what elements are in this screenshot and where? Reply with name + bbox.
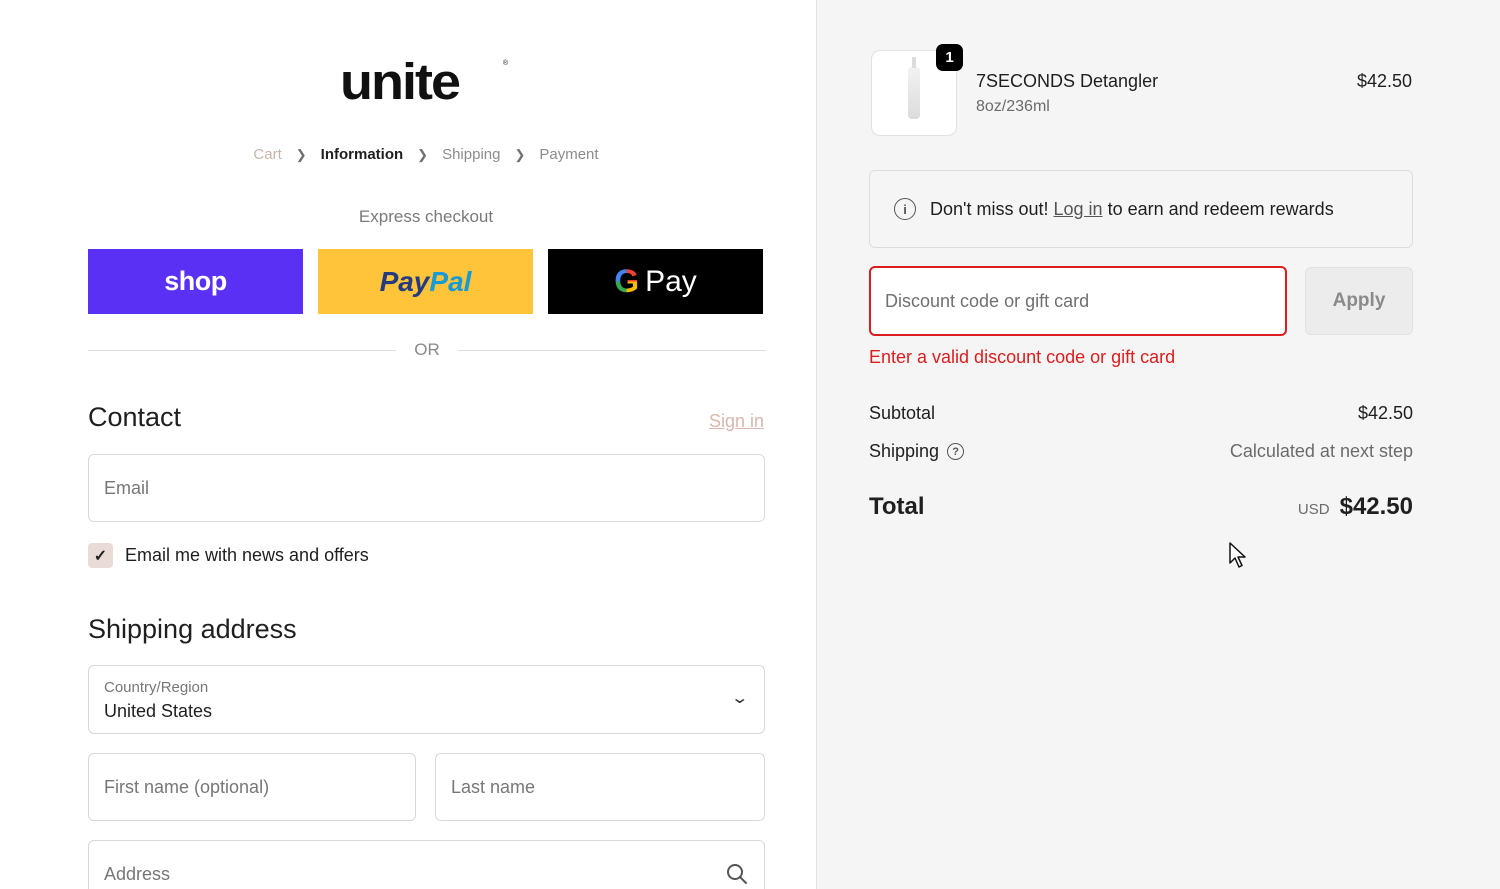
chevron-right-icon: ❯ bbox=[514, 146, 526, 162]
address-field[interactable] bbox=[88, 840, 765, 889]
google-g-icon: G bbox=[614, 263, 640, 299]
total-amount: $42.50 bbox=[1339, 493, 1413, 520]
rewards-text: Don't miss out! Log in to earn and redee… bbox=[930, 199, 1334, 220]
email-input[interactable] bbox=[89, 455, 764, 521]
checkout-form-panel: unite ® Cart ❯ Information ❯ Shipping ❯ … bbox=[0, 0, 816, 889]
rewards-log-in-link[interactable]: Log in bbox=[1054, 199, 1103, 219]
divider-line bbox=[88, 349, 397, 351]
subtotal-label: Subtotal bbox=[869, 403, 936, 423]
shipping-address-heading: Shipping address bbox=[88, 614, 297, 644]
shipping-label: Shipping bbox=[869, 441, 940, 461]
news-offers-checkbox[interactable]: ✓ bbox=[88, 543, 113, 568]
rewards-suffix: to earn and redeem rewards bbox=[1107, 198, 1334, 219]
address-input[interactable] bbox=[89, 841, 764, 889]
country-region-value: United States bbox=[104, 701, 213, 721]
paypal-label-pay: Pay bbox=[379, 265, 430, 297]
search-icon[interactable] bbox=[726, 863, 748, 885]
shipping-label-group: Shipping ? bbox=[869, 441, 965, 462]
rewards-banner: i Don't miss out! Log in to earn and red… bbox=[869, 170, 1413, 248]
rewards-prefix: Don't miss out! bbox=[930, 198, 1049, 219]
discount-code-field[interactable] bbox=[869, 266, 1287, 336]
divider-line bbox=[457, 349, 766, 351]
currency-code: USD bbox=[1297, 501, 1330, 518]
last-name-input[interactable] bbox=[436, 754, 764, 820]
quantity-badge: 1 bbox=[936, 44, 963, 71]
logo-wordmark: unite bbox=[340, 53, 461, 111]
sign-in-link[interactable]: Sign in bbox=[709, 411, 764, 432]
shop-pay-label: shop bbox=[164, 266, 227, 296]
shipping-row: Shipping ? Calculated at next step bbox=[869, 441, 1413, 462]
registered-mark: ® bbox=[502, 60, 508, 67]
subtotal-row: Subtotal $42.50 bbox=[869, 403, 1413, 424]
total-label: Total bbox=[869, 493, 925, 520]
info-icon: i bbox=[894, 198, 916, 220]
product-name: 7SECONDS Detangler bbox=[976, 71, 1159, 91]
shop-pay-button[interactable]: shop bbox=[88, 249, 303, 314]
first-name-field[interactable] bbox=[88, 753, 416, 821]
google-pay-label: Pay bbox=[645, 264, 697, 298]
help-icon[interactable]: ? bbox=[947, 443, 965, 460]
discount-code-input[interactable] bbox=[871, 268, 1285, 334]
news-offers-label: Email me with news and offers bbox=[125, 545, 369, 565]
paypal-label-pal: Pal bbox=[429, 265, 472, 297]
breadcrumb: Cart ❯ Information ❯ Shipping ❯ Payment bbox=[0, 146, 852, 163]
email-field[interactable] bbox=[88, 454, 765, 522]
breadcrumb-payment: Payment bbox=[539, 146, 599, 163]
chevron-right-icon: ❯ bbox=[417, 146, 429, 162]
total-row: Total USD $42.50 bbox=[869, 493, 1413, 521]
unite-logo[interactable]: unite ® bbox=[340, 56, 510, 108]
shipping-value: Calculated at next step bbox=[1229, 441, 1413, 461]
total-value-group: USD $42.50 bbox=[1298, 493, 1413, 521]
subtotal-value: $42.50 bbox=[1357, 403, 1413, 423]
product-variant: 8oz/236ml bbox=[976, 98, 1050, 115]
product-price: $42.50 bbox=[1356, 71, 1412, 91]
or-label: OR bbox=[414, 340, 440, 359]
mouse-cursor-icon bbox=[1229, 542, 1246, 568]
breadcrumb-information: Information bbox=[320, 146, 404, 163]
product-bottle-image bbox=[908, 57, 920, 119]
or-divider: OR bbox=[88, 340, 766, 360]
country-region-label: Country/Region bbox=[104, 679, 209, 696]
news-offers-option[interactable]: ✓ Email me with news and offers bbox=[88, 543, 369, 568]
country-region-select[interactable]: Country/Region United States ⌄ bbox=[88, 665, 765, 734]
chevron-down-icon: ⌄ bbox=[729, 690, 749, 707]
checkmark-icon: ✓ bbox=[93, 547, 108, 565]
first-name-input[interactable] bbox=[89, 754, 415, 820]
google-pay-button[interactable]: G Pay bbox=[548, 249, 763, 314]
apply-discount-button[interactable]: Apply bbox=[1305, 267, 1413, 335]
contact-heading: Contact bbox=[88, 402, 182, 432]
order-summary-panel: 1 7SECONDS Detangler 8oz/236ml $42.50 i … bbox=[816, 0, 1500, 889]
last-name-field[interactable] bbox=[435, 753, 765, 821]
discount-error-message: Enter a valid discount code or gift card bbox=[869, 347, 1176, 367]
express-checkout-title: Express checkout bbox=[358, 207, 494, 226]
breadcrumb-shipping: Shipping bbox=[442, 146, 501, 163]
paypal-button[interactable]: Pay Pal bbox=[318, 249, 533, 314]
breadcrumb-cart[interactable]: Cart bbox=[253, 146, 281, 163]
chevron-right-icon: ❯ bbox=[295, 146, 307, 162]
